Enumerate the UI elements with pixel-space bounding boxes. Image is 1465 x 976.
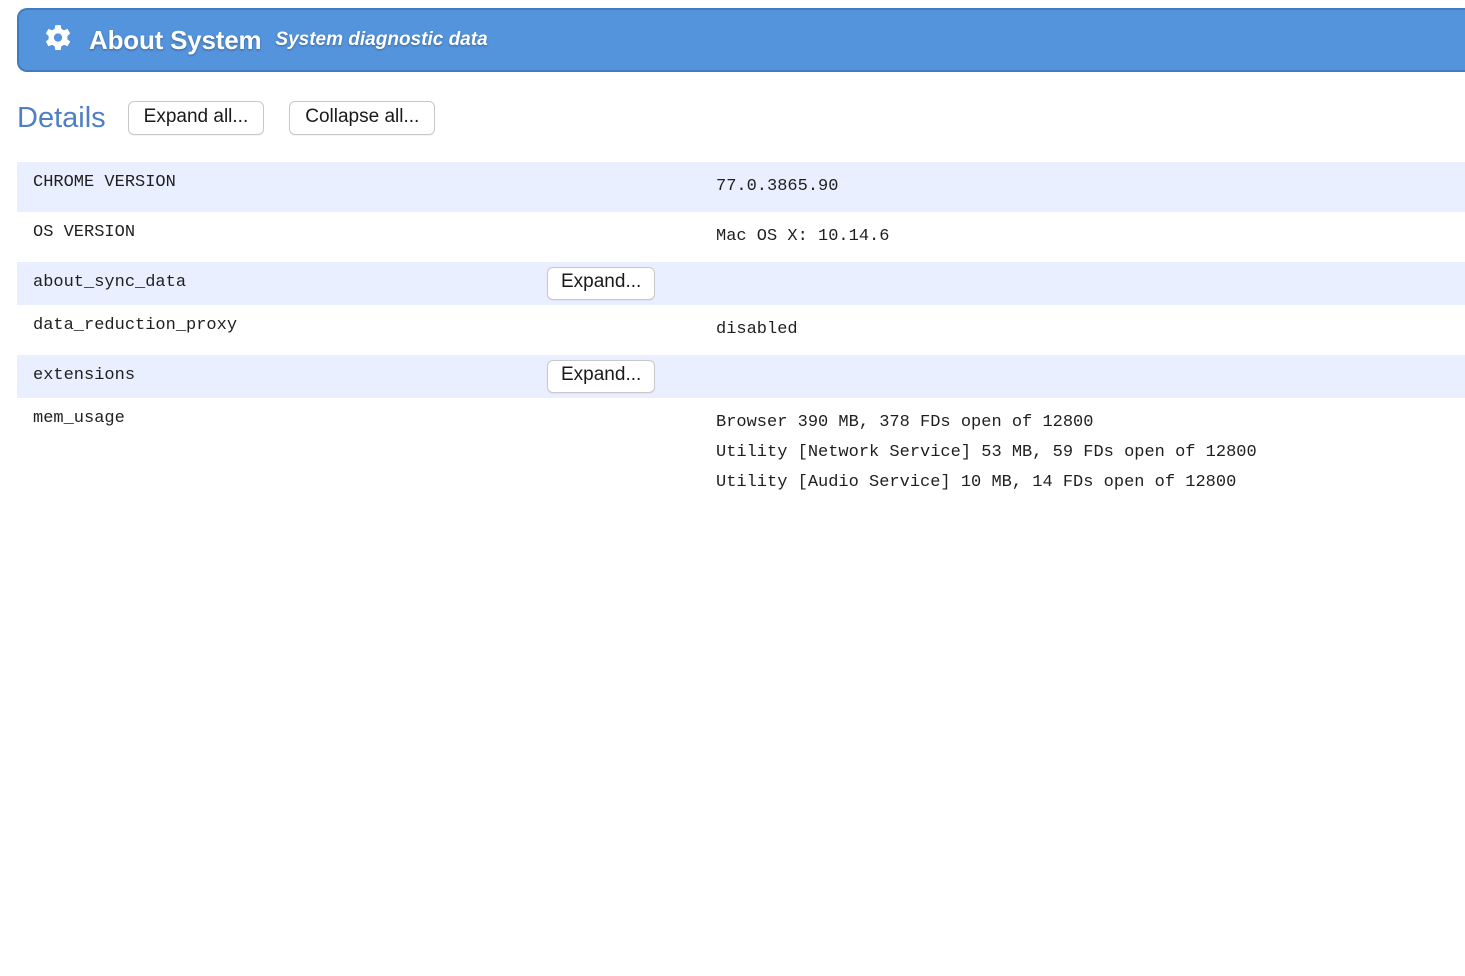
banner-subtitle: System diagnostic data	[275, 29, 488, 50]
row-action-cell: Expand...	[525, 355, 700, 398]
row-action-cell	[525, 305, 700, 315]
row-label: CHROME VERSION	[33, 173, 176, 192]
diagnostic-details-table: CHROME VERSION 77.0.3865.90 OS VERSION Mac …	[17, 162, 1465, 508]
row-value	[700, 262, 1465, 282]
row-action-cell: Expand...	[525, 262, 700, 305]
row-value: Browser 390 MB, 378 FDs open of 12800 Ut…	[716, 412, 1257, 492]
table-row: CHROME VERSION 77.0.3865.90	[17, 162, 1465, 212]
table-row: data_reduction_proxy disabled	[17, 304, 1465, 355]
expand-row-button[interactable]: Expand...	[547, 267, 656, 300]
row-action-cell	[525, 212, 700, 222]
table-row: OS VERSION Mac OS X: 10.14.6	[17, 212, 1465, 262]
row-label: OS VERSION	[33, 223, 136, 242]
expand-row-button[interactable]: Expand...	[547, 359, 656, 393]
row-label: mem_usage	[33, 408, 125, 428]
details-toolbar: Details Expand all... Collapse all...	[17, 98, 460, 138]
row-value: 77.0.3865.90	[716, 177, 839, 196]
about-system-banner: About System System diagnostic data	[17, 8, 1465, 72]
gear-icon	[45, 25, 71, 51]
row-label: extensions	[33, 365, 136, 385]
row-value: disabled	[716, 319, 798, 339]
page-title: Details	[17, 101, 106, 134]
table-row: extensions Expand...	[17, 354, 1465, 398]
table-body: CHROME VERSION 77.0.3865.90 OS VERSION Mac …	[17, 162, 1465, 508]
row-value: Mac OS X: 10.14.6	[716, 227, 890, 246]
table-row: about_sync_data Expand...	[17, 262, 1465, 305]
row-label: data_reduction_proxy	[33, 315, 238, 335]
expand-all-button[interactable]: Expand all...	[127, 100, 265, 136]
table-row: mem_usage Browser 390 MB, 378 FDs open of…	[17, 397, 1465, 508]
row-action-cell	[525, 398, 700, 408]
row-value	[700, 355, 1465, 375]
banner-title: About System	[89, 24, 262, 55]
row-action-cell	[525, 162, 700, 172]
collapse-all-button[interactable]: Collapse all...	[289, 100, 436, 136]
row-label: about_sync_data	[33, 273, 187, 292]
